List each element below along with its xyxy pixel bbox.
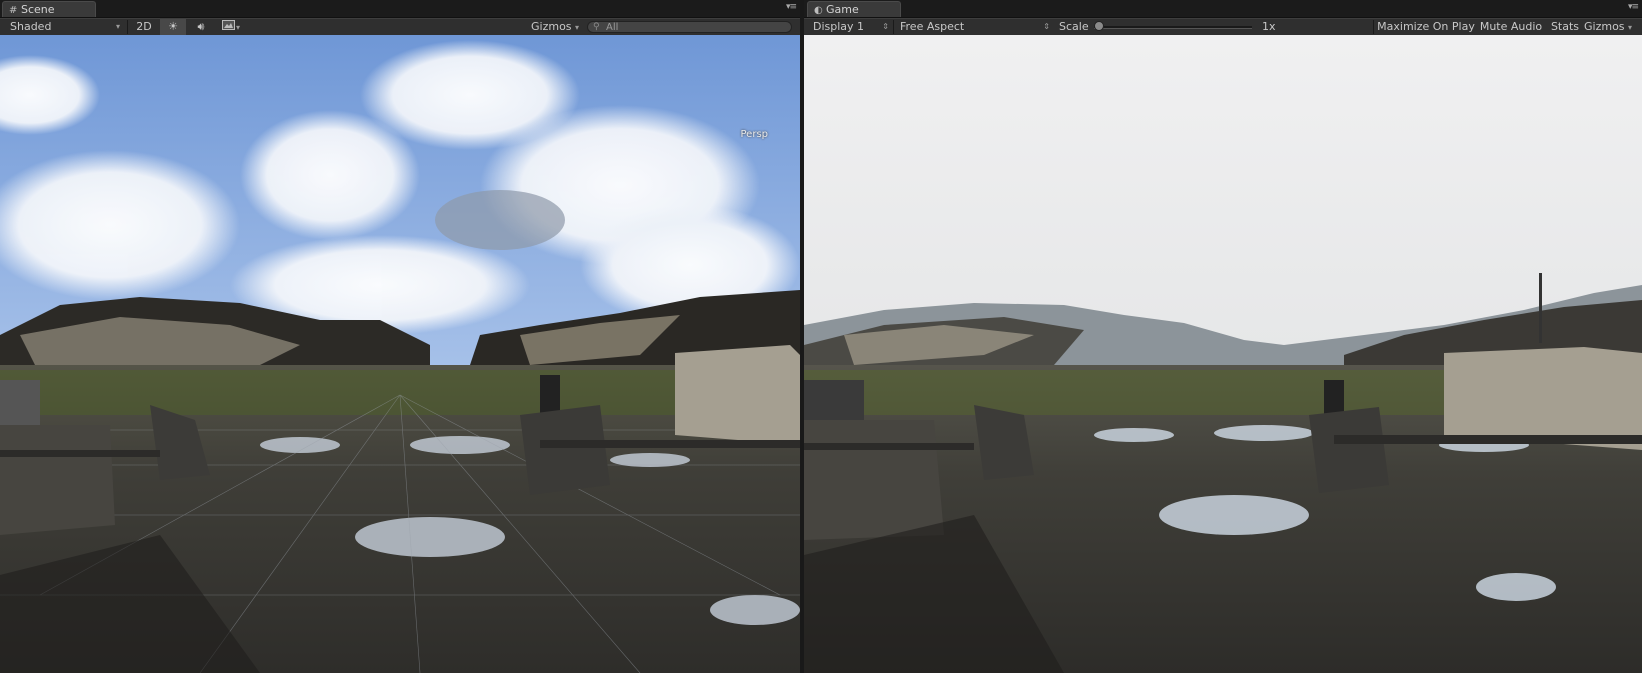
effects-dropdown[interactable]: ▾ xyxy=(216,19,246,35)
hierarchy-search-input[interactable]: ⚲ All xyxy=(587,21,792,33)
gizmos-label: Gizmos xyxy=(1584,20,1625,33)
scene-panel: #Scene ▾≡ Shaded ▾ 2D ☀ 🔊︎ ▾ Gizmos ▾ ⚲ xyxy=(0,0,800,673)
chevron-updown-icon: ⇕ xyxy=(1043,22,1050,31)
scene-viewport[interactable]: y Persp xyxy=(0,35,800,673)
search-placeholder: All xyxy=(606,22,619,33)
chevron-down-icon: ▾ xyxy=(1628,23,1633,32)
tab-game-label: Game xyxy=(826,3,859,16)
toggle-2d-button[interactable]: 2D xyxy=(130,19,158,35)
grid-icon: # xyxy=(9,5,18,16)
game-render xyxy=(804,35,1642,673)
display-value: Display 1 xyxy=(813,20,865,33)
concrete-block xyxy=(1444,347,1642,450)
projection-label[interactable]: Persp xyxy=(741,129,769,140)
aspect-dropdown[interactable]: Free Aspect ⇕ xyxy=(900,19,1050,35)
tab-scene[interactable]: # Scene xyxy=(2,1,96,17)
gizmos-label: Gizmos xyxy=(531,20,572,33)
chevron-down-icon: ▾ xyxy=(575,23,580,32)
game-viewport[interactable] xyxy=(804,35,1642,673)
game-panel: ◐ Game ▾≡ Display 1 ⇕ Free Aspect ⇕ Scale… xyxy=(804,0,1642,673)
gizmos-dropdown[interactable]: Gizmos ▾ xyxy=(1584,19,1632,35)
shading-mode-dropdown[interactable]: Shaded ▾ xyxy=(10,19,122,35)
separator xyxy=(893,20,894,34)
game-toolbar: Display 1 ⇕ Free Aspect ⇕ Scale 1x Maxim… xyxy=(804,18,1642,36)
scale-value: 1x xyxy=(1262,20,1276,33)
audio-toggle[interactable]: 🔊︎ xyxy=(188,19,214,35)
scene-render xyxy=(0,35,800,673)
pacman-icon: ◐ xyxy=(814,5,823,16)
scene-tab-bar: # Scene ▾≡ xyxy=(0,0,800,18)
separator xyxy=(1373,20,1374,34)
aspect-value: Free Aspect xyxy=(900,20,965,33)
scale-slider-knob[interactable] xyxy=(1094,21,1104,31)
scale-slider-track[interactable] xyxy=(1094,26,1252,29)
chevron-down-icon: ▾ xyxy=(115,22,120,31)
game-tab-bar: ◐ Game ▾≡ xyxy=(804,0,1642,18)
image-icon xyxy=(221,20,235,30)
separator xyxy=(127,20,128,34)
sun-icon: ☀ xyxy=(168,20,178,33)
shading-mode-value: Shaded xyxy=(10,20,52,33)
search-icon: ⚲ xyxy=(593,22,600,32)
tab-scene-label: Scene xyxy=(21,3,55,16)
display-dropdown[interactable]: Display 1 ⇕ xyxy=(813,19,889,35)
scale-label: Scale xyxy=(1059,20,1089,33)
panel-menu-icon[interactable]: ▾≡ xyxy=(1628,2,1639,12)
tab-game[interactable]: ◐ Game xyxy=(807,1,901,17)
gizmos-dropdown[interactable]: Gizmos ▾ xyxy=(531,19,579,35)
speaker-icon: 🔊︎ xyxy=(197,20,205,33)
panel-menu-icon[interactable]: ▾≡ xyxy=(786,2,797,12)
lighting-toggle[interactable]: ☀ xyxy=(160,19,186,35)
maximize-on-play-toggle[interactable]: Maximize On Play xyxy=(1376,19,1476,35)
chevron-down-icon: ▾ xyxy=(235,23,240,32)
chevron-updown-icon: ⇕ xyxy=(882,22,889,31)
scene-toolbar: Shaded ▾ 2D ☀ 🔊︎ ▾ Gizmos ▾ ⚲ All xyxy=(0,18,800,36)
stats-toggle[interactable]: Stats xyxy=(1546,19,1584,35)
mute-audio-toggle[interactable]: Mute Audio xyxy=(1478,19,1544,35)
